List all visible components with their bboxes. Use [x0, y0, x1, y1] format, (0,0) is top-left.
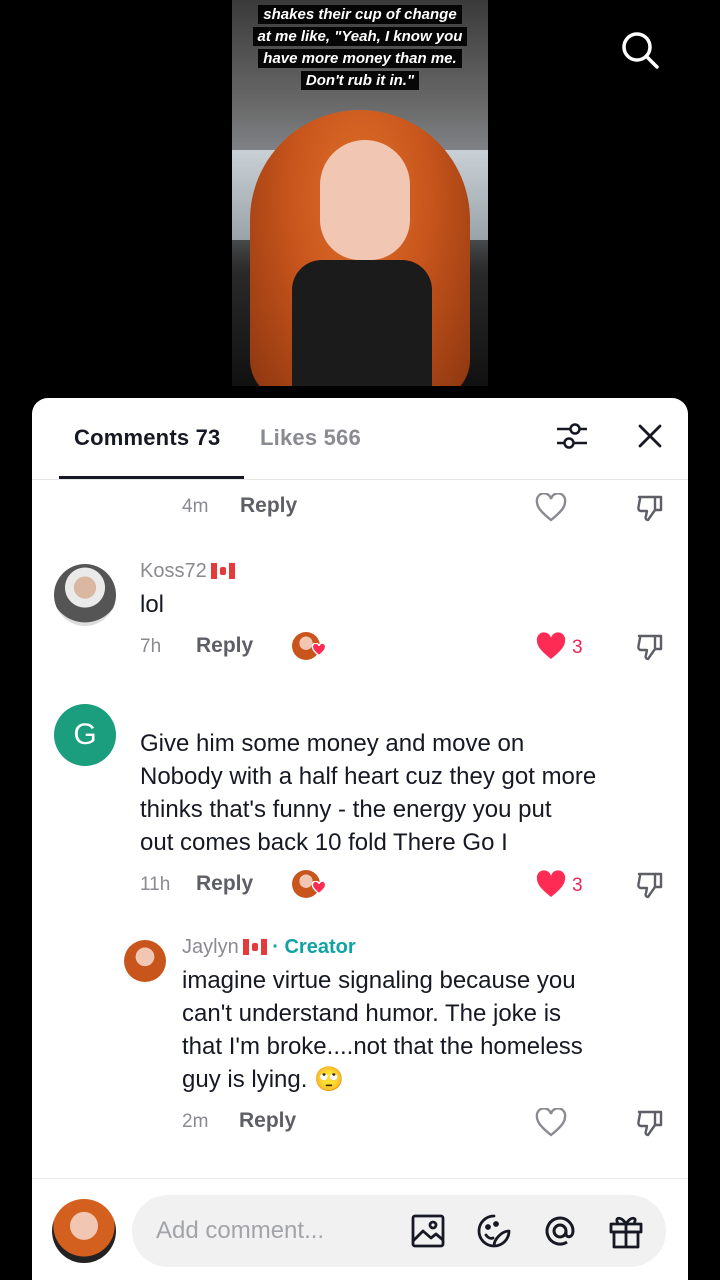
avatar[interactable]: G: [54, 704, 116, 766]
filter-icon[interactable]: [554, 418, 590, 454]
comment-line: Give him some money and move on: [140, 730, 525, 757]
username-text: Jaylyn: [182, 936, 239, 958]
dislike-icon[interactable]: [635, 493, 665, 523]
video-caption: shakes their cup of change at me like, "…: [248, 4, 472, 92]
active-tab-indicator: [59, 476, 244, 479]
caption-line: have more money than me.: [258, 49, 462, 68]
tab-likes[interactable]: Likes 566: [260, 425, 361, 451]
mention-icon[interactable]: [540, 1211, 580, 1251]
comment-line: imagine virtue signaling because you: [182, 967, 576, 994]
comment-time: 7h: [140, 636, 162, 657]
creator-badge: · Creator: [272, 936, 356, 958]
dislike-icon[interactable]: [635, 1108, 665, 1138]
my-avatar: [52, 1199, 116, 1263]
panel-tabs: Comments 73 Likes 566: [32, 398, 688, 480]
canada-flag-icon: [210, 563, 235, 579]
comment-line: thinks that's funny - the energy you put: [140, 796, 552, 823]
comment-input[interactable]: Add comment...: [132, 1195, 666, 1267]
comment-username[interactable]: Jaylyn · Creator: [182, 936, 356, 959]
comment-line: can't understand humor. The joke is: [182, 1000, 562, 1027]
comment-time: 2m: [182, 1111, 209, 1132]
video-person-face: [320, 140, 410, 260]
comments-panel: Comments 73 Likes 566 4m Reply Koss72 lo…: [32, 398, 688, 1280]
caption-line: shakes their cup of change: [258, 5, 462, 24]
video-person-top: [292, 260, 432, 386]
reply-button[interactable]: Reply: [196, 634, 253, 658]
like-count: 3: [572, 637, 583, 658]
comment-line: guy is lying. 🙄: [182, 1066, 344, 1093]
comment-line: Nobody with a half heart cuz they got mo…: [140, 763, 597, 790]
comment-input-placeholder: Add comment...: [156, 1217, 325, 1244]
caption-line: at me like, "Yeah, I know you: [252, 27, 468, 46]
dislike-icon[interactable]: [635, 870, 665, 900]
comment-line: that I'm broke....not that the homeless: [182, 1033, 583, 1060]
like-count: 3: [572, 875, 583, 896]
caption-line: Don't rub it in.": [300, 71, 420, 90]
heart-icon[interactable]: [535, 492, 567, 523]
heart-icon[interactable]: [535, 632, 567, 662]
reply-button[interactable]: Reply: [240, 494, 297, 518]
image-icon[interactable]: [408, 1211, 448, 1251]
gift-icon[interactable]: [606, 1211, 646, 1251]
avatar[interactable]: [124, 940, 166, 982]
close-icon[interactable]: [632, 418, 668, 454]
comment-composer: Add comment...: [32, 1178, 688, 1280]
username-text: Koss72: [140, 560, 207, 582]
avatar[interactable]: [54, 564, 116, 626]
comment-text: lol: [140, 591, 165, 618]
comment-time: 11h: [140, 874, 171, 895]
comment-username[interactable]: Koss72: [140, 560, 235, 583]
creator-heart-icon: [311, 880, 327, 895]
dislike-icon[interactable]: [635, 632, 665, 662]
heart-icon[interactable]: [535, 870, 567, 900]
search-icon[interactable]: [618, 28, 662, 72]
tab-comments[interactable]: Comments 73: [74, 425, 220, 451]
reply-button[interactable]: Reply: [239, 1109, 296, 1133]
comment-line: out comes back 10 fold There Go I: [140, 829, 508, 856]
creator-heart-icon: [311, 642, 327, 657]
comment-time: 4m: [182, 496, 209, 517]
emoji-icon[interactable]: [474, 1211, 514, 1251]
heart-icon[interactable]: [535, 1107, 567, 1138]
comment-text: Give him some money and move on Nobody w…: [140, 727, 680, 859]
canada-flag-icon: [242, 939, 267, 955]
comment-text: imagine virtue signaling because you can…: [182, 964, 672, 1096]
reply-button[interactable]: Reply: [196, 872, 253, 896]
